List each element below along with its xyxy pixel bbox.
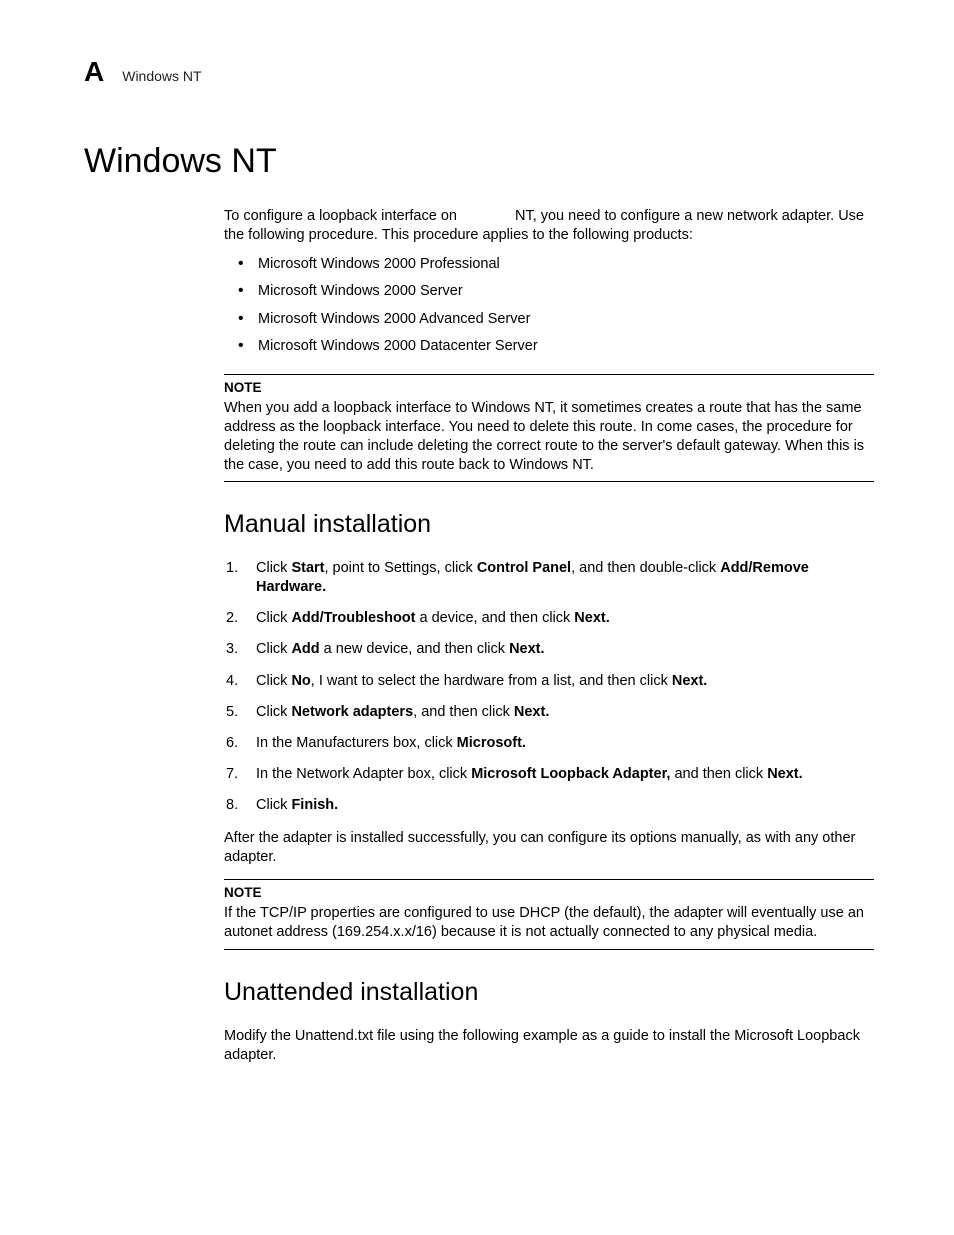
appendix-letter: A <box>84 58 104 86</box>
page-title: Windows NT <box>84 142 874 181</box>
step-item: Click No, I want to select the hardware … <box>224 672 874 691</box>
step-item: Click Network adapters, and then click N… <box>224 703 874 722</box>
body-column: To configure a loopback interface onNT, … <box>224 207 874 1065</box>
step-item: In the Manufacturers box, click Microsof… <box>224 734 874 753</box>
note-label: NOTE <box>224 379 874 397</box>
intro-paragraph: To configure a loopback interface onNT, … <box>224 207 874 245</box>
note-text: If the TCP/IP properties are configured … <box>224 905 864 940</box>
note-label: NOTE <box>224 884 874 902</box>
step-item: Click Add/Troubleshoot a device, and the… <box>224 609 874 628</box>
step-item: Click Add a new device, and then click N… <box>224 640 874 659</box>
manual-after: After the adapter is installed successfu… <box>224 829 874 867</box>
section-heading-unattended: Unattended installation <box>224 976 874 1009</box>
step-item: Click Finish. <box>224 796 874 815</box>
product-list: Microsoft Windows 2000 Professional Micr… <box>224 255 874 356</box>
list-item: Microsoft Windows 2000 Professional <box>224 255 874 274</box>
unattended-text: Modify the Unattend.txt file using the f… <box>224 1027 874 1065</box>
step-item: Click Start, point to Settings, click Co… <box>224 559 874 597</box>
list-item: Microsoft Windows 2000 Server <box>224 282 874 301</box>
page-content: A Windows NT Windows NT To configure a l… <box>84 58 874 1073</box>
intro-pre: To configure a loopback interface on <box>224 208 457 224</box>
running-header: A Windows NT <box>84 58 874 86</box>
note-text: When you add a loopback interface to Win… <box>224 400 864 473</box>
running-title: Windows NT <box>122 68 201 84</box>
list-item: Microsoft Windows 2000 Advanced Server <box>224 310 874 329</box>
note-box: NOTE When you add a loopback interface t… <box>224 374 874 482</box>
step-item: In the Network Adapter box, click Micros… <box>224 765 874 784</box>
manual-steps: Click Start, point to Settings, click Co… <box>224 559 874 815</box>
list-item: Microsoft Windows 2000 Datacenter Server <box>224 337 874 356</box>
note-box: NOTE If the TCP/IP properties are config… <box>224 879 874 949</box>
section-heading-manual: Manual installation <box>224 508 874 541</box>
